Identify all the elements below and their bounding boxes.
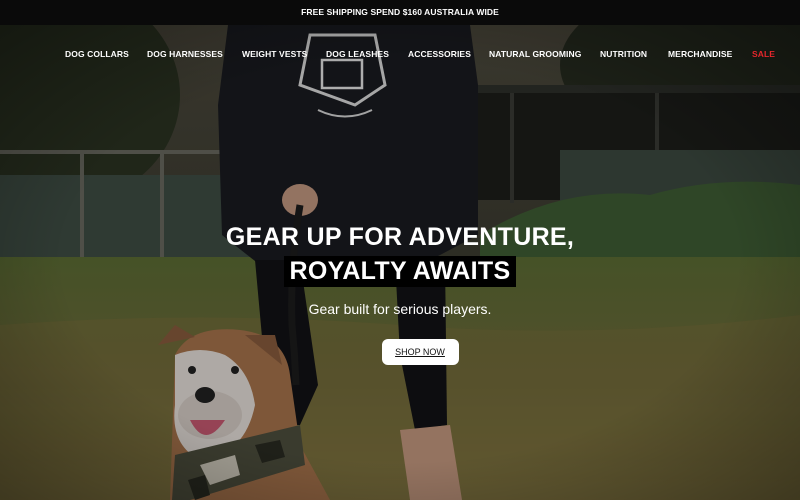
nav-item-nutrition[interactable]: NUTRITION: [600, 49, 647, 59]
nav-item-natural-grooming[interactable]: NATURAL GROOMING: [489, 49, 581, 59]
announcement-text: FREE SHIPPING SPEND $160 AUSTRALIA WIDE: [301, 7, 499, 17]
nav-item-accessories[interactable]: ACCESSORIES: [408, 49, 471, 59]
main-navigation: DOG COLLARS DOG HARNESSES WEIGHT VESTS D…: [0, 49, 800, 61]
hero-headline-line1: GEAR UP FOR ADVENTURE,: [225, 223, 575, 251]
nav-item-weight-vests[interactable]: WEIGHT VESTS: [242, 49, 307, 59]
hero-headline-line2: ROYALTY AWAITS: [283, 256, 517, 287]
hero-subtitle: Gear built for serious players.: [308, 301, 492, 317]
nav-item-dog-leashes[interactable]: DOG LEASHES: [326, 49, 389, 59]
hero-headline-line2-wrap: ROYALTY AWAITS: [0, 256, 800, 287]
nav-item-merchandise[interactable]: MERCHANDISE: [668, 49, 732, 59]
cta-wrap: SHOP NOW: [0, 339, 800, 365]
shop-now-button[interactable]: SHOP NOW: [381, 339, 459, 365]
nav-item-sale[interactable]: SALE: [752, 49, 775, 59]
nav-item-dog-harnesses[interactable]: DOG HARNESSES: [147, 49, 223, 59]
announcement-bar: FREE SHIPPING SPEND $160 AUSTRALIA WIDE: [0, 0, 800, 25]
nav-item-dog-collars[interactable]: DOG COLLARS: [65, 49, 129, 59]
